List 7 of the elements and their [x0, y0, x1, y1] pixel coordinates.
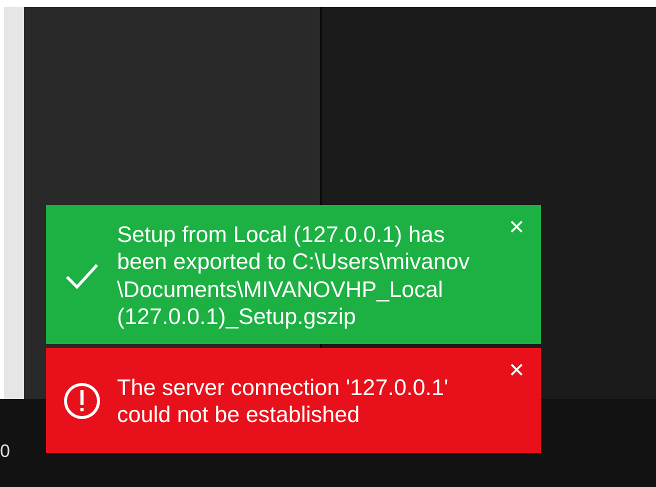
check-icon: [64, 262, 98, 290]
notification-message: Setup from Local (127.0.0.1) has been exported to C:\Users\mivanov \Documents\MIVANOVHP_Local (127.0.0.1)_Setup.gszip: [117, 221, 470, 330]
alert-icon: [62, 382, 100, 420]
close-button[interactable]: ✕: [506, 360, 527, 380]
notification-message: The server connection '127.0.0.1' could not be established: [117, 374, 448, 429]
close-button[interactable]: ✕: [506, 217, 527, 237]
corner-text: 0: [0, 441, 10, 462]
